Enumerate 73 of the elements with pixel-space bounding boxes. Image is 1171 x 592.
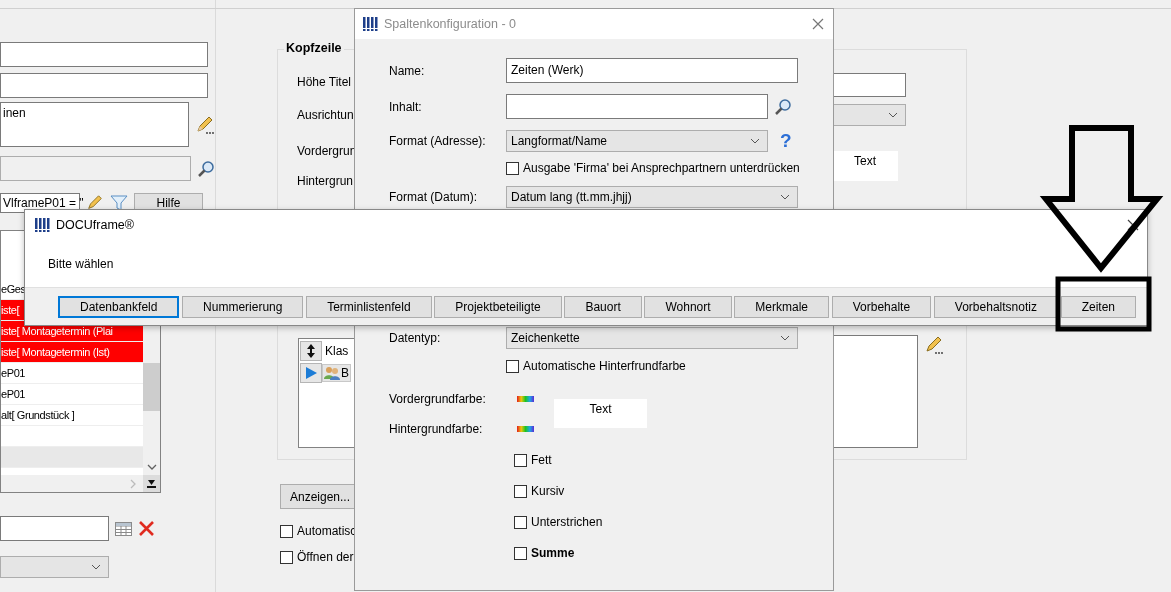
checkbox[interactable]: Automatische Hinterfrundfarbe <box>506 359 686 373</box>
address-format-dropdown[interactable]: Langformat/Name <box>506 130 768 152</box>
pencil-icon[interactable] <box>924 335 944 355</box>
help-icon[interactable]: ? <box>780 131 792 151</box>
choice-button[interactable]: Terminlistenfeld <box>306 295 432 318</box>
field-label: Hintergrundfarbe: <box>389 422 484 436</box>
field-label: Name: <box>389 63 426 78</box>
people-icon <box>324 366 340 380</box>
choice-button[interactable]: Projektbeteiligte <box>434 295 562 318</box>
choice-button[interactable]: Vorbehaltsnotiz <box>933 295 1058 318</box>
checkbox[interactable]: Fett <box>514 453 552 467</box>
search-field[interactable] <box>0 156 191 181</box>
field-label: Vordergrundfarbe: <box>389 392 487 406</box>
window-title: Spaltenkonfiguration - 0 <box>384 17 517 31</box>
choice-button[interactable]: Zeiten <box>1060 295 1136 318</box>
choice-button[interactable]: Merkmale <box>734 295 829 318</box>
notes-field[interactable]: inen <box>0 102 189 147</box>
color-picker-icon[interactable] <box>517 396 534 402</box>
chevron-down-icon <box>780 194 790 200</box>
chevron-down-icon <box>888 112 898 118</box>
chevron-down-icon <box>780 335 790 341</box>
field-label: Datentyp: <box>389 331 442 345</box>
choice-button[interactable]: Bauort <box>564 295 642 318</box>
chevron-down-icon[interactable] <box>147 463 157 471</box>
text-field[interactable] <box>832 73 906 97</box>
checkbox[interactable]: Öffnen der <box>280 550 354 564</box>
date-format-dropdown[interactable]: Datum lang (tt.mm.jhjj) <box>506 186 798 208</box>
prompt-text: Bitte wählen <box>48 256 114 271</box>
field-label: Format (Datum): <box>389 190 478 204</box>
window-title: DOCUframe® <box>56 218 134 232</box>
field-label: Inhalt: <box>389 99 423 114</box>
text-preview: Text <box>554 399 647 428</box>
chevron-down-icon <box>91 564 101 570</box>
table-icon[interactable] <box>115 521 132 536</box>
field-label: Höhe Titel <box>297 74 352 90</box>
color-picker-icon[interactable] <box>517 426 534 432</box>
checkbox[interactable]: Ausgabe 'Firma' bei Ansprechpartnern unterdrücken <box>506 161 800 175</box>
checkbox[interactable]: Summe <box>514 546 575 560</box>
checkbox[interactable]: Unterstrichen <box>514 515 603 529</box>
text-preview: Text <box>832 151 898 181</box>
filter-icon[interactable] <box>110 194 128 212</box>
choice-button[interactable]: Vorbehalte <box>831 295 932 318</box>
pencil-icon[interactable] <box>86 194 104 212</box>
chevron-down-icon <box>750 138 760 144</box>
text-field[interactable] <box>0 42 208 67</box>
pencil-icon[interactable] <box>195 114 215 135</box>
content-field[interactable] <box>506 94 768 119</box>
search-icon[interactable] <box>774 97 792 116</box>
sort-icon[interactable] <box>300 341 322 361</box>
logo-icon <box>35 218 51 232</box>
field-label: Hintergrun <box>297 173 354 189</box>
search-icon[interactable] <box>197 159 215 178</box>
text-area[interactable] <box>832 335 918 448</box>
name-field[interactable]: Zeiten (Werk) <box>506 58 798 83</box>
choice-button[interactable]: Nummerierung <box>182 295 304 318</box>
delete-icon[interactable] <box>138 520 155 537</box>
choice-button[interactable]: Datenbankfeld <box>58 295 180 318</box>
logo-icon <box>363 17 379 31</box>
data-type-dropdown[interactable]: Zeichenkette <box>506 327 798 349</box>
list-item[interactable]: B <box>322 364 351 382</box>
field-label: Format (Adresse): <box>389 134 487 148</box>
list-row[interactable]: iste[ Montagetermin (Ist) <box>1 342 144 363</box>
choice-button[interactable]: Wohnort <box>644 295 732 318</box>
close-icon[interactable] <box>1127 219 1139 231</box>
scroll-end-icon[interactable] <box>143 475 160 492</box>
list-item[interactable]: Klas <box>325 344 349 358</box>
text-field[interactable] <box>0 516 109 541</box>
checkbox[interactable]: Kursiv <box>514 484 565 498</box>
text-field[interactable] <box>0 73 208 98</box>
field-label: Ausrichtun <box>297 107 354 123</box>
field-label: Vordergrun <box>297 143 357 159</box>
group-title: Kopfzeile <box>284 41 344 55</box>
checkbox[interactable]: Automatisc <box>280 524 357 538</box>
